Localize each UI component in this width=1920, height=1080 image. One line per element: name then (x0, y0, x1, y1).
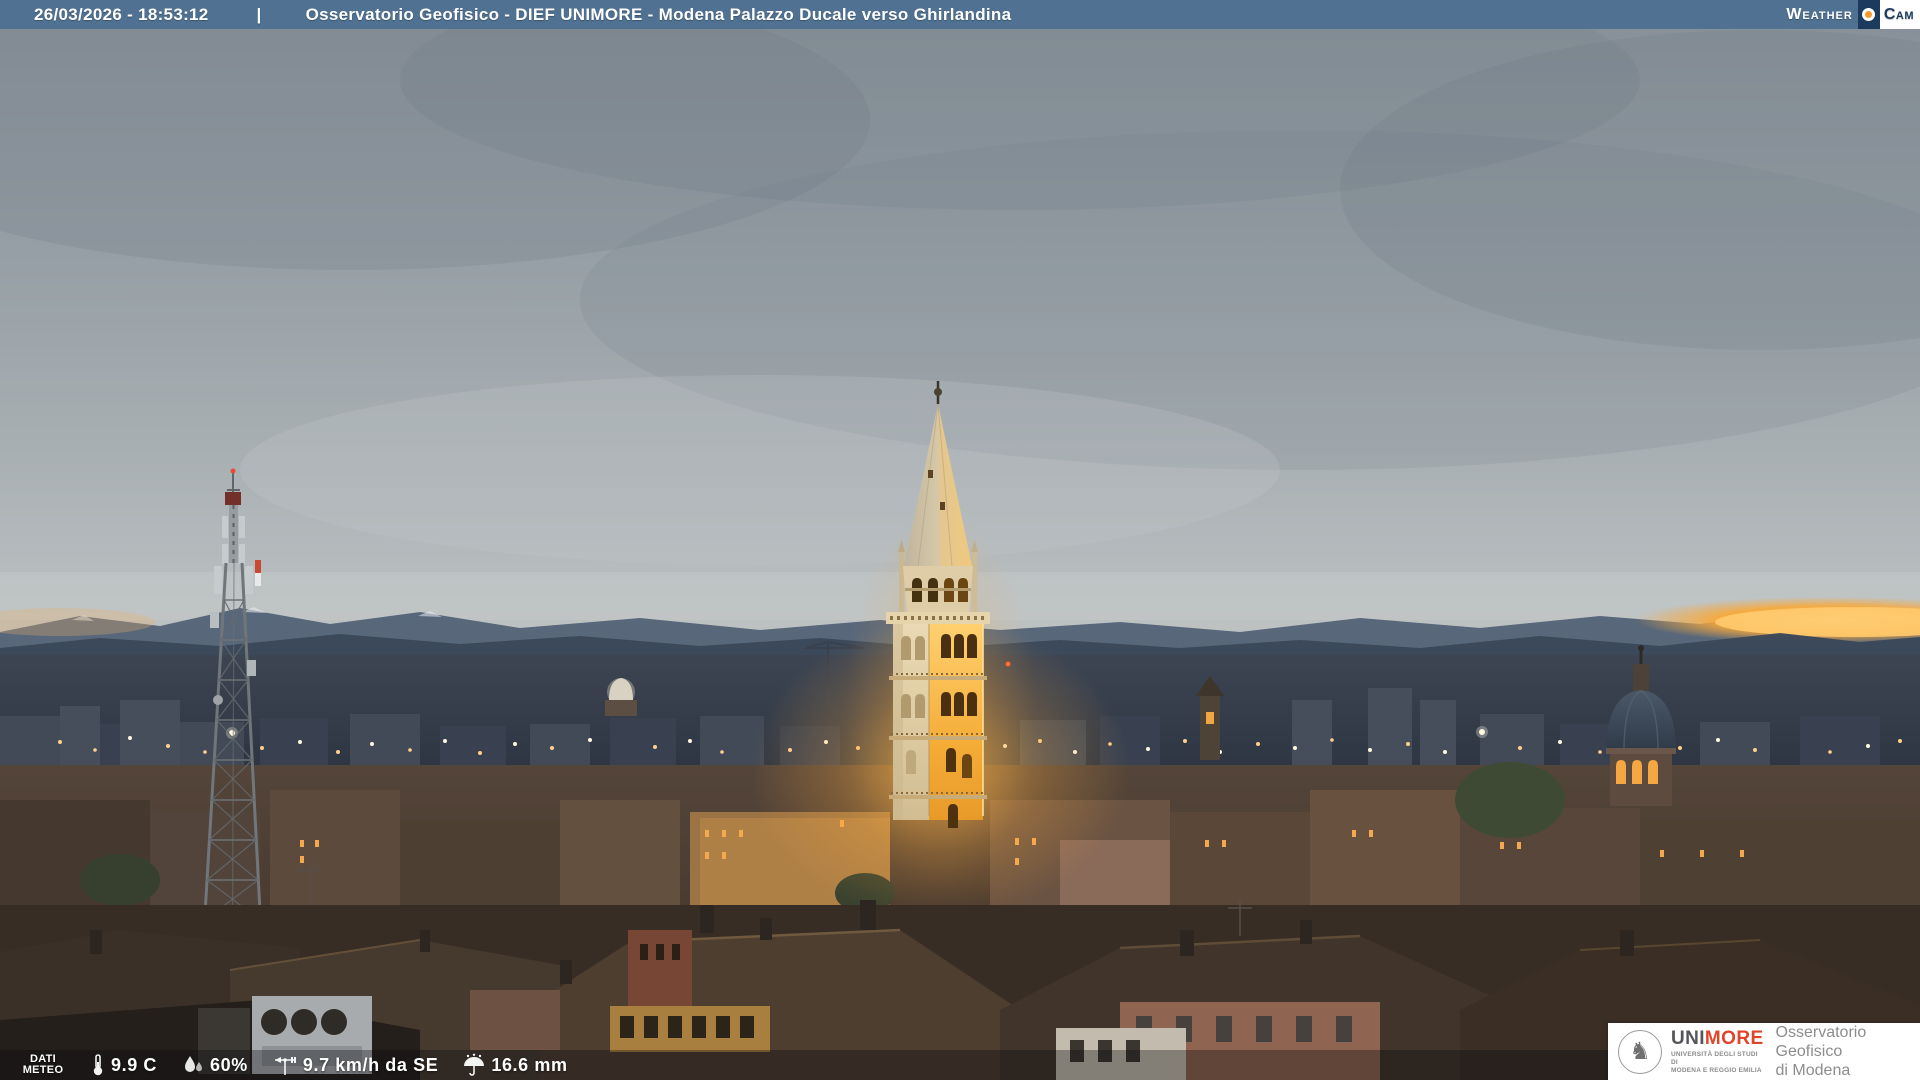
weathercam-lens-icon (1857, 0, 1880, 29)
datetime-text: 26/03/2026 - 18:53:12 (34, 4, 209, 24)
webcam-frame: 26/03/2026 - 18:53:12 | Osservatorio Geo… (0, 0, 1920, 1080)
weathercam-box: Cam (1857, 0, 1920, 29)
weathercam-cam-text: Cam (1879, 0, 1920, 29)
wind-item: 9.7 km/h da SE (272, 1053, 438, 1077)
wind-value: 9.7 km/h da SE (302, 1054, 439, 1075)
observatory-name: Osservatorio Geofisico di Modena (1775, 1024, 1867, 1079)
temperature-value: 9.9 C (111, 1054, 158, 1075)
meteo-label: DATI METEO (22, 1053, 64, 1076)
small-dome (605, 678, 637, 716)
webcam-photo (0, 0, 1920, 1080)
thermometer-icon (93, 1054, 103, 1076)
webcam-title: Osservatorio Geofisico - DIEF UNIMORE - … (305, 4, 1012, 24)
weathercam-logo: Weather Cam (1786, 0, 1920, 29)
unimore-wordmark: UNIMORE UNIVERSITÀ DEGLI STUDI DI MODENA… (1671, 1027, 1764, 1074)
rain-item: 16.6 mm (462, 1053, 567, 1077)
header-separator: | (256, 4, 262, 24)
wind-vane-icon (274, 1057, 296, 1075)
humidity-icon (185, 1056, 203, 1072)
temperature-item: 9.9 C (90, 1053, 157, 1077)
weathercam-weather-text: Weather (1786, 5, 1853, 23)
unimore-crest-icon: ♞ (1618, 1029, 1662, 1074)
rain-value: 16.6 mm (491, 1054, 568, 1075)
humidity-value: 60% (210, 1054, 248, 1075)
header-bar: 26/03/2026 - 18:53:12 | Osservatorio Geo… (0, 0, 1920, 29)
humidity-item: 60% (181, 1054, 248, 1076)
unimore-branding: ♞ UNIMORE UNIVERSITÀ DEGLI STUDI DI MODE… (1608, 1023, 1920, 1080)
rain-umbrella-icon (464, 1053, 485, 1076)
